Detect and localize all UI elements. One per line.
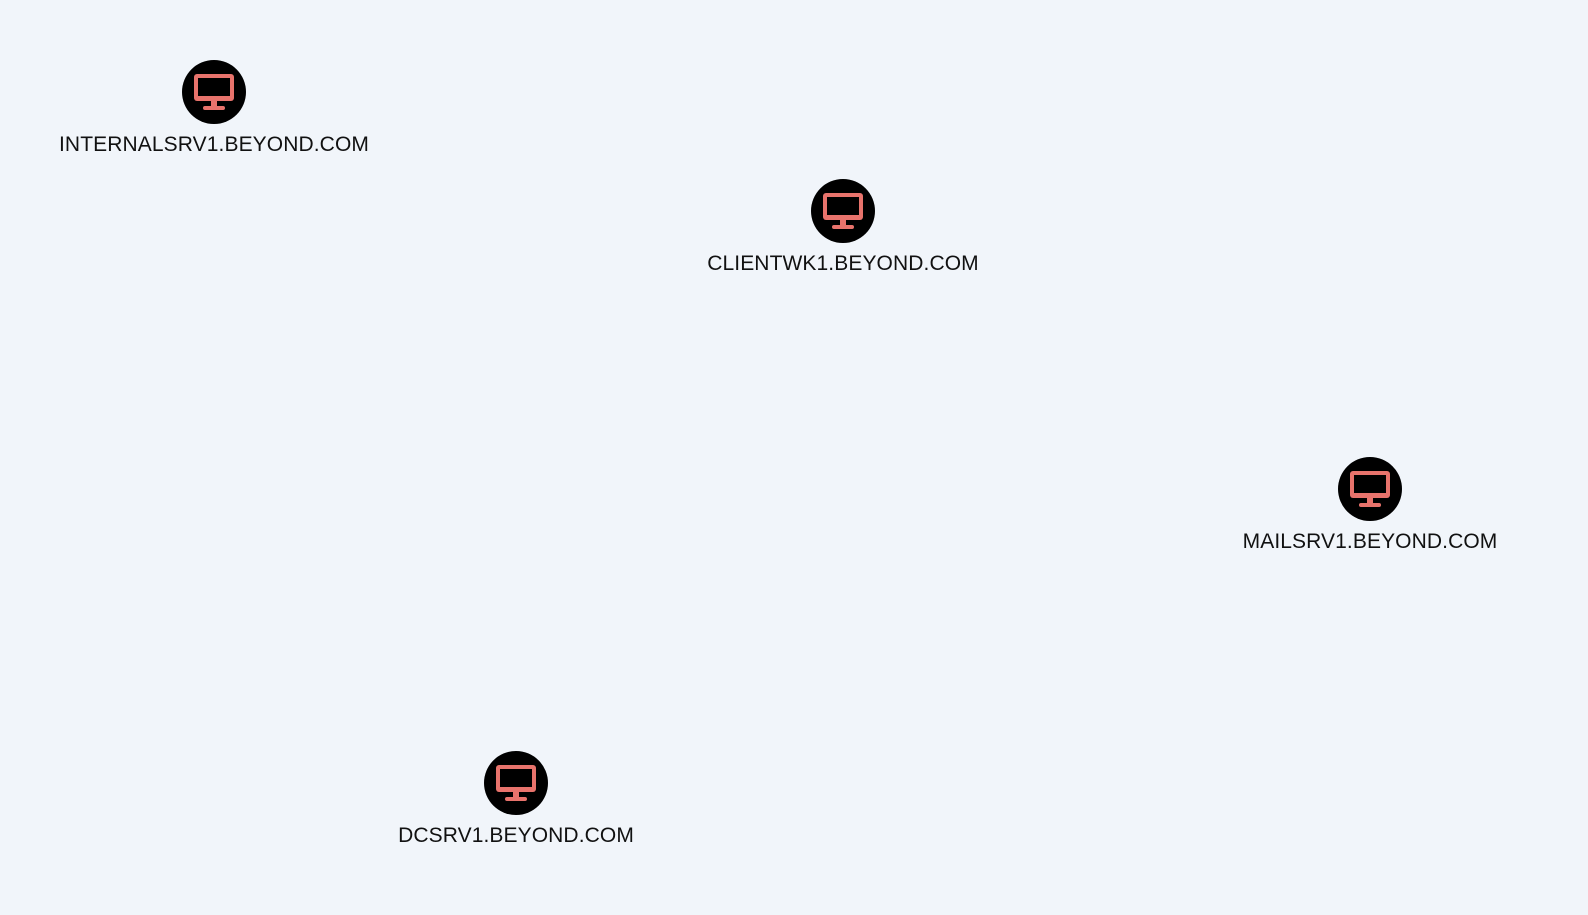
node-label: DCSRV1.BEYOND.COM [398,824,634,847]
node-circle[interactable] [484,751,548,815]
graph-canvas[interactable]: INTERNALSRV1.BEYOND.COM CLIENTWK1.BEYOND… [0,0,1588,915]
monitor-icon [823,193,863,229]
computer-node-mailsrv1[interactable]: MAILSRV1.BEYOND.COM [1190,457,1550,557]
computer-node-internalsrv1[interactable]: INTERNALSRV1.BEYOND.COM [34,60,394,160]
computer-node-clientwk1[interactable]: CLIENTWK1.BEYOND.COM [663,179,1023,279]
monitor-icon [496,765,536,801]
node-circle[interactable] [811,179,875,243]
node-circle[interactable] [1338,457,1402,521]
node-label: MAILSRV1.BEYOND.COM [1242,530,1498,553]
node-label: CLIENTWK1.BEYOND.COM [707,252,979,275]
monitor-icon [1350,471,1390,507]
computer-node-dcsrv1[interactable]: DCSRV1.BEYOND.COM [336,751,696,851]
node-circle[interactable] [182,60,246,124]
node-label: INTERNALSRV1.BEYOND.COM [59,133,369,156]
monitor-icon [194,74,234,110]
